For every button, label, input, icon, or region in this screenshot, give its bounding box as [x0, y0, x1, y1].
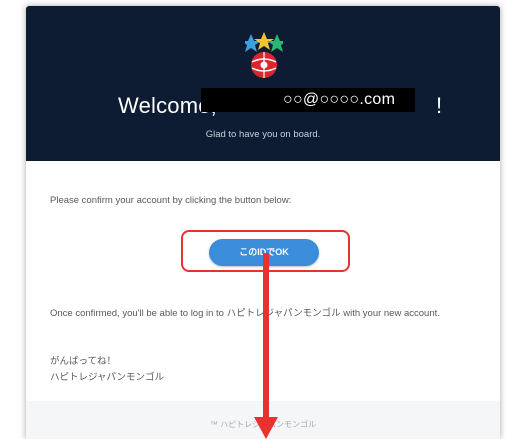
- email-address: ○○@○○○○.com: [201, 88, 415, 112]
- confirm-instruction: Please confirm your account by clicking …: [50, 195, 292, 206]
- signoff-sender: ハピトレジャパンモンゴル: [50, 372, 165, 383]
- welcome-exclaim: !: [436, 93, 443, 118]
- welcome-subtitle: Glad to have you on board.: [205, 129, 321, 140]
- signoff-line: がんばってね！: [50, 356, 117, 367]
- logo-icon: [245, 32, 283, 78]
- email-header: Welcome, ○○@○○○○.com ! Glad to have you …: [26, 6, 500, 161]
- down-arrow-icon: [254, 253, 278, 439]
- page: Welcome, ○○@○○○○.com ! Glad to have you …: [0, 0, 510, 439]
- welcome-row: Welcome, ○○@○○○○.com !: [26, 88, 500, 122]
